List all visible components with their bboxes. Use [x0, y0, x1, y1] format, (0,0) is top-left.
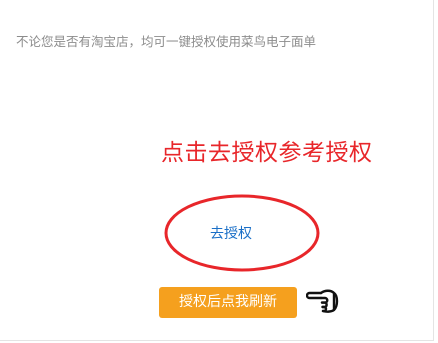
notice-text: 不论您是否有淘宝店，均可一键授权使用菜鸟电子面单: [16, 34, 317, 49]
refresh-after-authorize-button[interactable]: 授权后点我刷新: [159, 287, 297, 318]
annotation-text: 点击去授权参考授权: [161, 140, 373, 166]
authorization-panel: 不论您是否有淘宝店，均可一键授权使用菜鸟电子面单 点击去授权参考授权 去授权 授…: [0, 0, 434, 341]
pointing-hand-icon: [306, 289, 339, 313]
authorize-link[interactable]: 去授权: [210, 223, 252, 243]
